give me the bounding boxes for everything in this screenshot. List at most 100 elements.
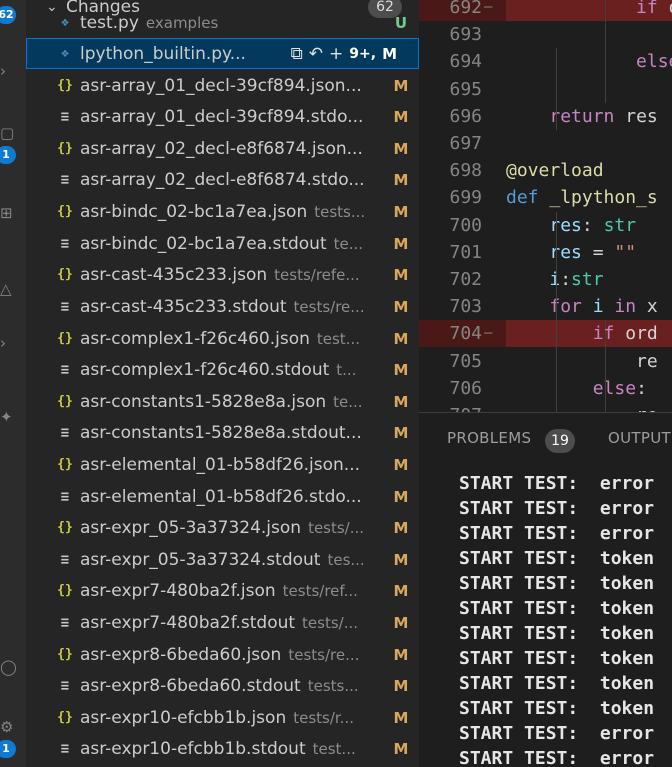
- file-path: tests...: [314, 202, 366, 221]
- chevron-right-icon-2[interactable]: ›: [0, 336, 14, 351]
- tab-output[interactable]: OUTPUT: [608, 429, 671, 447]
- file-row[interactable]: {} asr-expr8-6beda60.json tests/re... M: [26, 639, 419, 670]
- code-token: i: [549, 269, 561, 290]
- discard-changes-icon[interactable]: ↶: [309, 44, 323, 64]
- line-number: 705: [449, 350, 482, 372]
- terminal-line: START TEST: token: [459, 623, 655, 644]
- file-row[interactable]: ≡ asr-bindc_02-bc1a7ea.stdout te... M: [26, 228, 419, 259]
- deletion-marker-icon: —: [484, 325, 493, 342]
- file-row[interactable]: {} asr-constants1-5828e8a.json te... M: [26, 386, 419, 417]
- code-line: 707 re: [419, 402, 672, 412]
- line-code: else:: [506, 48, 672, 75]
- file-row[interactable]: ≡ asr-constants1-5828e8a.stdout... M: [26, 417, 419, 448]
- file-row[interactable]: ≡ asr-expr7-480ba2f.stdout tests/... M: [26, 607, 419, 638]
- code-token: _lpython_s: [549, 187, 658, 209]
- line-code: res = "": [506, 239, 636, 266]
- sparkle-icon[interactable]: ✦: [0, 410, 14, 425]
- file-row[interactable]: {} asr-cast-435c233.json tests/refe... M: [26, 259, 419, 290]
- text-file-icon: ≡: [60, 424, 70, 441]
- code-token: in: [614, 296, 637, 318]
- diff-editor[interactable]: 692— if ord693 re694 else:695 re696 retu…: [419, 0, 672, 412]
- file-row[interactable]: ≡ asr-expr10-efcbb1b.stdout test... M: [26, 733, 419, 764]
- file-name: asr-expr10-efcbb1b.stdout: [80, 738, 306, 759]
- file-name: asr-elemental_01-b58df26.stdo...: [80, 486, 362, 507]
- code-line: 697: [419, 130, 672, 157]
- python-file-icon: ❖: [61, 46, 69, 61]
- activity-bar: › ▢ ⊞ △ › ✦ ◯ ⚙ 62 1 1: [0, 0, 26, 767]
- file-status: M: [393, 581, 409, 600]
- code-token: re: [506, 24, 672, 45]
- file-row[interactable]: ≡ asr-expr_05-3a37324.stdout tes... M: [26, 544, 419, 575]
- code-token: re: [506, 350, 658, 372]
- chevron-right-icon[interactable]: ›: [0, 64, 14, 79]
- gear-icon[interactable]: ⚙: [0, 720, 14, 735]
- line-code: re: [506, 76, 672, 103]
- file-row[interactable]: {} asr-complex1-f26c460.json test... M: [26, 323, 419, 354]
- triangle-icon[interactable]: △: [0, 282, 14, 297]
- code-token: res: [614, 105, 658, 127]
- account-icon[interactable]: ◯: [0, 660, 17, 675]
- file-row[interactable]: ≡ asr-complex1-f26c460.stdout t... M: [26, 354, 419, 385]
- code-line: 695 re: [419, 76, 672, 103]
- file-status: M: [393, 170, 409, 189]
- code-token: str: [603, 214, 637, 236]
- file-path: te...: [333, 392, 363, 411]
- file-row[interactable]: {} asr-array_02_decl-e8f6874.json... M: [26, 133, 419, 164]
- terminal-line: START TEST: token: [459, 598, 655, 619]
- file-row[interactable]: {} asr-elemental_01-b58df26.json... M: [26, 449, 419, 480]
- file-name: asr-expr_05-3a37324.json: [80, 517, 302, 538]
- code-line: 702 i:str: [419, 266, 672, 293]
- tab-problems[interactable]: PROBLEMS: [447, 429, 531, 447]
- code-line: 698 @overload: [419, 157, 672, 184]
- extensions-icon[interactable]: ⊞: [0, 206, 14, 221]
- file-row[interactable]: {} asr-expr7-480ba2f.json tests/ref... M: [26, 575, 419, 606]
- code-token: res: [549, 214, 582, 236]
- terminal-line: START TEST: error: [459, 748, 655, 767]
- text-file-icon: ≡: [60, 171, 70, 188]
- file-row[interactable]: {} asr-array_01_decl-39cf894.json... M: [26, 70, 419, 101]
- file-row[interactable]: ≡ asr-elemental_01-b58df26.stdo... M: [26, 481, 419, 512]
- json-file-icon: {}: [57, 267, 73, 282]
- line-number: 694: [449, 51, 482, 73]
- terminal-line: START TEST: error: [459, 723, 655, 744]
- square-icon[interactable]: ▢: [0, 126, 14, 141]
- file-path: tests/...: [302, 613, 359, 632]
- file-row[interactable]: ≡ asr-cast-435c233.stdout tests/re... M: [26, 291, 419, 322]
- problems-tag: 9+,: [349, 45, 377, 62]
- line-number: 697: [449, 133, 482, 154]
- line-number: 695: [449, 78, 482, 100]
- file-row[interactable]: {} asr-expr_05-3a37324.json tests/... M: [26, 512, 419, 543]
- file-row[interactable]: ❖ lpython_builtin.py... ⧉ ↶ +9+, M: [26, 38, 419, 69]
- file-row[interactable]: ≡ asr-array_02_decl-e8f6874.stdo... M: [26, 164, 419, 195]
- code-line: 706 else:: [419, 375, 672, 402]
- file-name: asr-expr8-6beda60.stdout: [80, 675, 301, 696]
- row-actions: ⧉ ↶ +9+,: [291, 44, 382, 64]
- code-token: def: [506, 187, 539, 209]
- file-status: M: [393, 202, 409, 221]
- file-row[interactable]: {} asr-expr10-efcbb1b.json tests/r... M: [26, 702, 419, 733]
- code-token: if: [592, 323, 615, 345]
- source-control-badge: 62: [0, 6, 16, 24]
- open-file-icon[interactable]: ⧉: [291, 44, 303, 64]
- json-file-icon: {}: [57, 583, 73, 598]
- code-token: if: [636, 0, 658, 18]
- file-status: M: [393, 297, 409, 316]
- json-file-icon: {}: [57, 78, 73, 93]
- file-path: tests/re...: [288, 645, 360, 664]
- file-row[interactable]: ❖ test.py examples U: [26, 7, 419, 38]
- line-number: 703: [449, 296, 482, 318]
- stage-changes-icon[interactable]: +: [329, 44, 343, 64]
- code-token: ord: [614, 323, 658, 345]
- deleted-line: 692— if ord: [419, 0, 672, 21]
- file-row[interactable]: ≡ asr-array_01_decl-39cf894.stdo... M: [26, 101, 419, 132]
- file-name: asr-bindc_02-bc1a7ea.stdout: [80, 233, 327, 254]
- file-path: tests/...: [308, 518, 365, 537]
- file-row[interactable]: ≡ asr-expr8-6beda60.stdout tests... M: [26, 670, 419, 701]
- file-status: M: [393, 518, 409, 537]
- file-name: asr-array_02_decl-e8f6874.stdo...: [80, 169, 365, 190]
- file-row[interactable]: {} asr-bindc_02-bc1a7ea.json tests... M: [26, 196, 419, 227]
